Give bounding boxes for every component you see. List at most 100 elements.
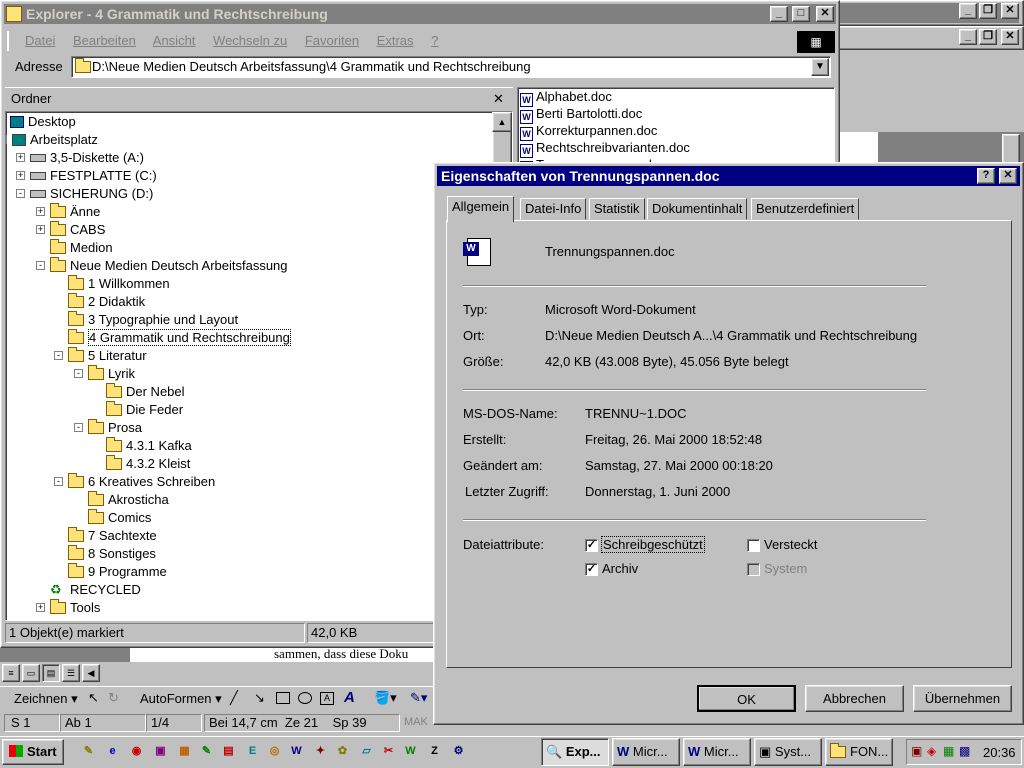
file-item[interactable]: W Berti Bartolotti.doc	[520, 106, 642, 124]
quicklaunch-icon-17[interactable]: ⚙	[450, 743, 467, 760]
tree-item[interactable]: 6 Kreatives Schreiben	[68, 473, 215, 491]
address-field[interactable]: D:\Neue Medien Deutsch Arbeitsfassung\4 …	[71, 56, 831, 78]
close-button[interactable]: ✕	[1001, 29, 1019, 45]
scroll-up-arrow[interactable]: ▲	[492, 112, 512, 132]
word-icon[interactable]: W	[288, 743, 305, 760]
task-word-2[interactable]: W Micr...	[683, 738, 751, 766]
ie-icon[interactable]: e	[104, 743, 121, 760]
readonly-checkbox[interactable]: ✓	[585, 539, 598, 552]
menu-datei[interactable]: Datei	[25, 33, 55, 48]
task-word-1[interactable]: W Micr...	[612, 738, 680, 766]
tab-benutzerdefiniert[interactable]: Benutzerdefiniert	[751, 198, 860, 220]
file-item[interactable]: W Rechtschreibvarianten.doc	[520, 140, 690, 158]
ellipse-icon[interactable]	[298, 692, 312, 704]
tree-item[interactable]: 1 Willkommen	[68, 275, 170, 293]
tree-item[interactable]: Tools	[50, 599, 100, 617]
tree-item[interactable]: Neue Medien Deutsch Arbeitsfassung	[50, 257, 288, 275]
ok-button[interactable]: OK	[697, 685, 796, 712]
tree-item[interactable]: Arbeitsplatz	[12, 131, 98, 149]
quicklaunch-icon-3[interactable]: ◉	[128, 743, 145, 760]
online-view-button[interactable]: ▭	[22, 664, 40, 682]
hidden-checkbox[interactable]	[747, 539, 760, 552]
tab-datei-info[interactable]: Datei-Info	[520, 198, 587, 220]
line-icon[interactable]: ╱	[230, 690, 238, 706]
menu-help[interactable]: ?	[431, 33, 438, 48]
wordart-icon[interactable]: A	[344, 689, 355, 706]
collapse-icon[interactable]: -	[74, 369, 83, 378]
tree-item[interactable]: Änne	[50, 203, 100, 221]
tab-allgemein[interactable]: Allgemein	[447, 196, 515, 222]
quicklaunch-icon-5[interactable]: ▦	[176, 743, 193, 760]
chevron-down-icon[interactable]: ▼	[811, 58, 829, 76]
normal-view-button[interactable]: ≡	[2, 664, 20, 682]
tab-dokumentinhalt[interactable]: Dokumentinhalt	[647, 198, 748, 220]
task-explorer[interactable]: 🔍 Exp...	[541, 738, 609, 766]
arrow-icon[interactable]: ↘	[254, 690, 265, 706]
tree-item[interactable]: 3,5-Diskette (A:)	[30, 149, 144, 167]
menu-wechseln-zu[interactable]: Wechseln zu	[213, 33, 287, 48]
close-button[interactable]: ✕	[999, 168, 1017, 184]
task-fonts[interactable]: FON...	[825, 738, 893, 766]
tree-item[interactable]: 4 Grammatik und Rechtschreibung	[68, 329, 291, 347]
menu-bearbeiten[interactable]: Bearbeiten	[73, 33, 136, 48]
tree-item[interactable]: Der Nebel	[106, 383, 185, 401]
tree-item[interactable]: 3 Typographie und Layout	[68, 311, 238, 329]
outline-view-button[interactable]: ☰	[62, 664, 80, 682]
quicklaunch-icon-13[interactable]: ▱	[358, 743, 375, 760]
fill-color-icon[interactable]: 🪣▾	[374, 690, 397, 706]
apply-button[interactable]: Übernehmen	[913, 685, 1012, 712]
tab-statistik[interactable]: Statistik	[589, 198, 645, 220]
hidden-label[interactable]: Versteckt	[764, 537, 817, 552]
quicklaunch-icon-1[interactable]: ✎	[80, 743, 97, 760]
file-item[interactable]: W Alphabet.doc	[520, 89, 612, 107]
collapse-icon[interactable]: -	[54, 477, 63, 486]
tree-item[interactable]: Die Feder	[106, 401, 183, 419]
tree-item[interactable]: 5 Literatur	[68, 347, 147, 365]
tree-item[interactable]: 4.3.1 Kafka	[106, 437, 192, 455]
tray-icon-2[interactable]: ◈	[927, 744, 936, 758]
layout-view-button[interactable]: ▤	[42, 664, 60, 682]
quicklaunch-icon-7[interactable]: ▤	[220, 743, 237, 760]
quicklaunch-icon-12[interactable]: ✿	[334, 743, 351, 760]
select-objects-icon[interactable]: ↖	[88, 690, 99, 706]
minimize-button[interactable]: _	[959, 3, 977, 19]
tree-item[interactable]: ♻ RECYCLED	[50, 581, 141, 599]
expand-icon[interactable]: +	[36, 225, 45, 234]
close-icon[interactable]: ✕	[493, 88, 504, 110]
start-button[interactable]: Start	[2, 739, 64, 765]
minimize-button[interactable]: _	[770, 6, 788, 22]
autoformen-menu[interactable]: AutoFormen ▾	[140, 691, 222, 707]
task-system[interactable]: ▣ Syst...	[754, 738, 822, 766]
draw-menu[interactable]: Zeichnen ▾	[14, 691, 78, 707]
restore-button[interactable]: ❐	[979, 29, 997, 45]
tree-item[interactable]: Lyrik	[88, 365, 135, 383]
menu-ansicht[interactable]: Ansicht	[153, 33, 196, 48]
maximize-button[interactable]: □	[792, 6, 810, 22]
close-button[interactable]: ✕	[816, 6, 834, 22]
tree-item[interactable]: 4.3.2 Kleist	[106, 455, 190, 473]
menu-extras[interactable]: Extras	[377, 33, 414, 48]
tree-item[interactable]: Desktop	[10, 113, 76, 131]
rectangle-icon[interactable]	[276, 692, 290, 704]
tree-item[interactable]: Akrosticha	[88, 491, 169, 509]
cancel-button[interactable]: Abbrechen	[805, 685, 904, 712]
tree-item[interactable]: 9 Programme	[68, 563, 167, 581]
collapse-icon[interactable]: -	[36, 261, 45, 270]
restore-button[interactable]: ❐	[979, 3, 997, 19]
rotate-icon[interactable]: ↻	[108, 690, 119, 706]
file-list[interactable]: W Alphabet.doc W Berti Bartolotti.doc W Korre…	[517, 87, 835, 167]
minimize-button[interactable]: _	[959, 29, 977, 45]
quicklaunch-icon-4[interactable]: ▣	[152, 743, 169, 760]
tree-item[interactable]: 2 Didaktik	[68, 293, 145, 311]
tray-icon-3[interactable]: ▦	[943, 744, 954, 758]
quicklaunch-icon-11[interactable]: ✦	[312, 743, 329, 760]
close-button[interactable]: ✕	[1001, 3, 1019, 19]
expand-icon[interactable]: +	[36, 207, 45, 216]
tree-item[interactable]: CABS	[50, 221, 105, 239]
quicklaunch-icon-14[interactable]: ✂	[380, 743, 397, 760]
quicklaunch-icon-15[interactable]: W	[402, 743, 419, 760]
textbox-icon[interactable]: A	[320, 692, 334, 705]
help-button[interactable]: ?	[977, 168, 995, 184]
scroll-left-arrow[interactable]: ◀	[82, 664, 100, 682]
tray-icon-4[interactable]: ▩	[959, 744, 970, 758]
